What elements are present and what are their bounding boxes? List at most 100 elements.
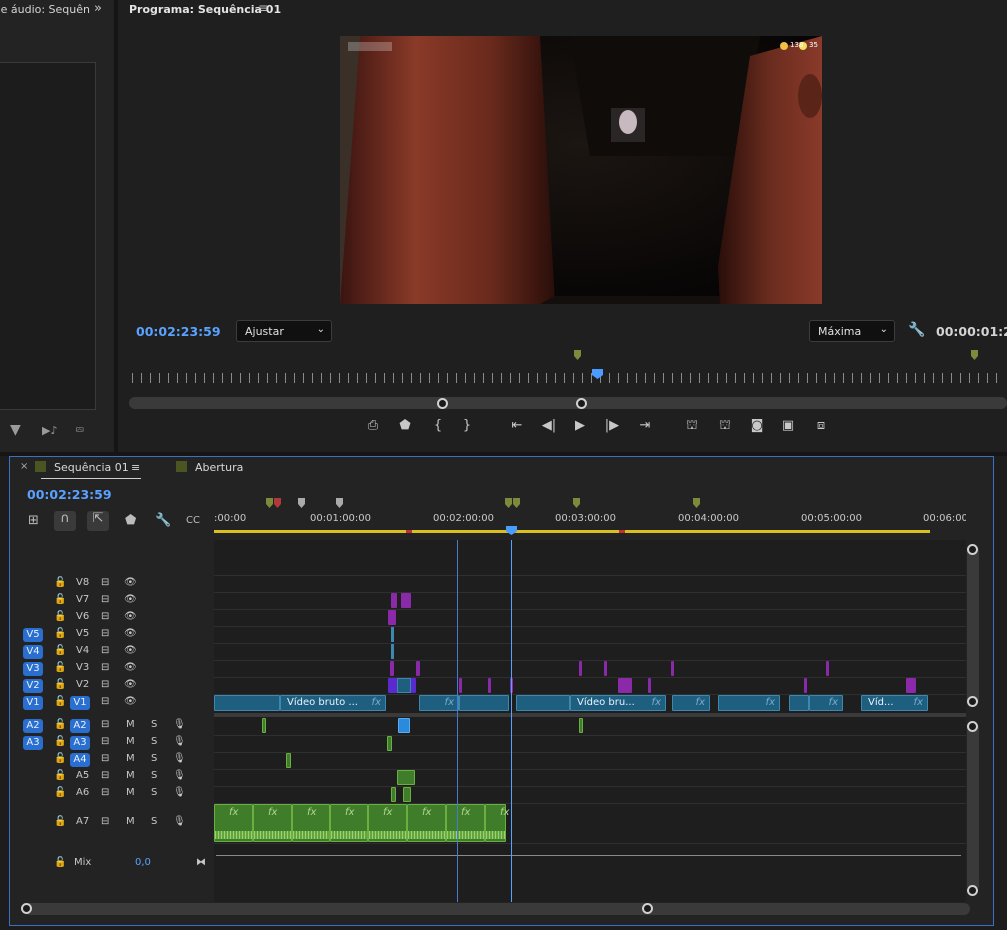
sync-lock-icon[interactable]: ⊟: [101, 645, 109, 656]
lock-icon[interactable]: 🔓: [54, 770, 66, 781]
step-back-icon[interactable]: ◀|: [539, 418, 559, 433]
solo-button[interactable]: S: [151, 753, 157, 764]
comparison-view-icon[interactable]: ▣: [778, 418, 798, 433]
track-header-a7[interactable]: 🔓 A7 ⊟ M S 🎙: [10, 815, 215, 832]
microphone-icon[interactable]: 🎙: [173, 736, 186, 747]
source-patch-v4[interactable]: V4: [23, 645, 43, 659]
video-clip[interactable]: [789, 695, 809, 711]
scrollbar-bottom-handle[interactable]: [967, 885, 978, 896]
microphone-icon[interactable]: 🎙: [173, 719, 186, 730]
sync-lock-icon[interactable]: ⊟: [101, 577, 109, 588]
graphic-clip[interactable]: [804, 678, 807, 693]
eye-icon[interactable]: 👁: [124, 577, 137, 588]
mark-out-icon[interactable]: }: [457, 418, 477, 433]
solo-button[interactable]: S: [151, 736, 157, 747]
fx-badge[interactable]: fx: [652, 697, 661, 708]
program-playhead-timecode[interactable]: 00:02:23:59: [136, 324, 221, 339]
hamburger-icon[interactable]: ≡: [258, 1, 268, 15]
scrollbar-bottom-handle[interactable]: [967, 696, 978, 707]
audio-clip[interactable]: [397, 770, 415, 785]
hamburger-icon[interactable]: ≡: [131, 461, 140, 474]
graphic-clip[interactable]: [826, 661, 829, 676]
export-frame-icon[interactable]: ◙: [747, 418, 767, 433]
step-forward-icon[interactable]: |▶: [602, 418, 622, 433]
lock-icon[interactable]: 🔓: [54, 594, 66, 605]
scrollbar-right-handle[interactable]: [576, 398, 587, 409]
track-lanes[interactable]: Vídeo bruto ... fx fx Vídeo bru... fx fx…: [214, 540, 966, 902]
timeline-playhead-timecode[interactable]: 00:02:23:59: [27, 487, 112, 502]
fx-badge[interactable]: fx: [696, 697, 705, 708]
track-header-mix[interactable]: 🔓 Mix 0,0 ⧓: [10, 856, 215, 873]
track-header-v5[interactable]: V5 🔓 V5 ⊟ 👁: [10, 627, 215, 644]
eye-icon[interactable]: 👁: [124, 696, 137, 707]
sync-lock-icon[interactable]: ⊟: [101, 753, 109, 764]
audio-clip[interactable]: fx: [446, 804, 485, 842]
fx-badge[interactable]: fx: [229, 807, 238, 818]
snap-magnet-icon[interactable]: ∩: [54, 511, 76, 531]
timeline-marker[interactable]: [266, 498, 273, 508]
track-target-a3[interactable]: A3: [70, 736, 90, 750]
lift-icon[interactable]: ⛫: [682, 418, 702, 435]
eye-icon[interactable]: 👁: [124, 679, 137, 690]
fx-badge[interactable]: fx: [445, 697, 454, 708]
audio-tracks-scrollbar[interactable]: [967, 722, 979, 892]
track-header-v2[interactable]: V2 🔓 V2 ⊟ 👁: [10, 678, 215, 695]
sync-lock-icon[interactable]: ⊟: [101, 719, 109, 730]
fx-badge[interactable]: fx: [345, 807, 354, 818]
mix-value[interactable]: 0,0: [135, 857, 151, 868]
track-header-v7[interactable]: 🔓 V7 ⊟ 👁: [10, 593, 215, 610]
video-clip[interactable]: fx: [718, 695, 780, 711]
sync-lock-icon[interactable]: ⊟: [101, 594, 109, 605]
mute-button[interactable]: M: [126, 816, 135, 827]
graphic-clip[interactable]: [579, 661, 582, 676]
audio-clip[interactable]: [579, 718, 583, 733]
linked-selection-icon[interactable]: ⇱: [87, 511, 109, 531]
graphic-clip[interactable]: [906, 678, 916, 693]
track-target-v1[interactable]: V1: [70, 696, 90, 710]
lock-icon[interactable]: 🔓: [54, 628, 66, 639]
lock-icon[interactable]: 🔓: [54, 645, 66, 656]
lock-icon[interactable]: 🔓: [54, 577, 66, 588]
sync-lock-icon[interactable]: ⊟: [101, 696, 109, 707]
microphone-icon[interactable]: 🎙: [173, 753, 186, 764]
sync-lock-icon[interactable]: ⊟: [101, 770, 109, 781]
program-marker[interactable]: [574, 350, 581, 360]
video-frame[interactable]: 138 35: [340, 36, 822, 304]
audio-clip[interactable]: [398, 718, 410, 733]
audio-clip[interactable]: [391, 787, 396, 802]
fx-badge[interactable]: fx: [372, 697, 381, 708]
audio-clip[interactable]: fx: [485, 804, 509, 842]
sync-lock-icon[interactable]: ⊟: [101, 679, 109, 690]
audio-clip[interactable]: [262, 718, 266, 733]
go-to-end-icon[interactable]: ⧓: [196, 857, 206, 868]
graphic-clip[interactable]: [459, 678, 462, 693]
fx-badge[interactable]: fx: [914, 697, 923, 708]
extract-icon[interactable]: ⛫: [715, 418, 735, 435]
track-header-v8[interactable]: 🔓 V8 ⊟ 👁: [10, 576, 215, 593]
track-header-a3[interactable]: A3 🔓 A3 ⊟ M S 🎙: [10, 735, 215, 752]
timeline-marker[interactable]: [336, 498, 343, 508]
graphic-clip[interactable]: [401, 593, 411, 608]
fx-badge[interactable]: fx: [307, 807, 316, 818]
track-header-a4[interactable]: 🔓 A4 ⊟ M S 🎙: [10, 752, 215, 769]
sync-lock-icon[interactable]: ⊟: [101, 611, 109, 622]
fit-select[interactable]: Ajustar ⌄: [236, 320, 332, 342]
graphic-clip[interactable]: [388, 610, 396, 625]
graphic-clip[interactable]: [648, 678, 651, 693]
scrollbar-left-handle[interactable]: [21, 903, 32, 914]
solo-button[interactable]: S: [151, 787, 157, 798]
timeline-zoom-scrollbar[interactable]: [24, 903, 970, 915]
sync-lock-icon[interactable]: ⊟: [101, 787, 109, 798]
marker-icon[interactable]: ⬟: [395, 418, 415, 433]
timeline-marker[interactable]: [274, 498, 281, 508]
double-chevron-right-icon[interactable]: »: [94, 1, 102, 16]
lock-icon[interactable]: 🔓: [54, 611, 66, 622]
eye-icon[interactable]: 👁: [124, 645, 137, 656]
go-to-out-icon[interactable]: ⇥: [635, 418, 655, 433]
video-clip[interactable]: [397, 678, 411, 693]
scrollbar-left-handle[interactable]: [437, 398, 448, 409]
video-clip[interactable]: [391, 627, 394, 642]
fx-badge[interactable]: fx: [461, 807, 470, 818]
track-header-a2[interactable]: A2 🔓 A2 ⊟ M S 🎙: [10, 718, 215, 735]
mute-button[interactable]: M: [126, 753, 135, 764]
